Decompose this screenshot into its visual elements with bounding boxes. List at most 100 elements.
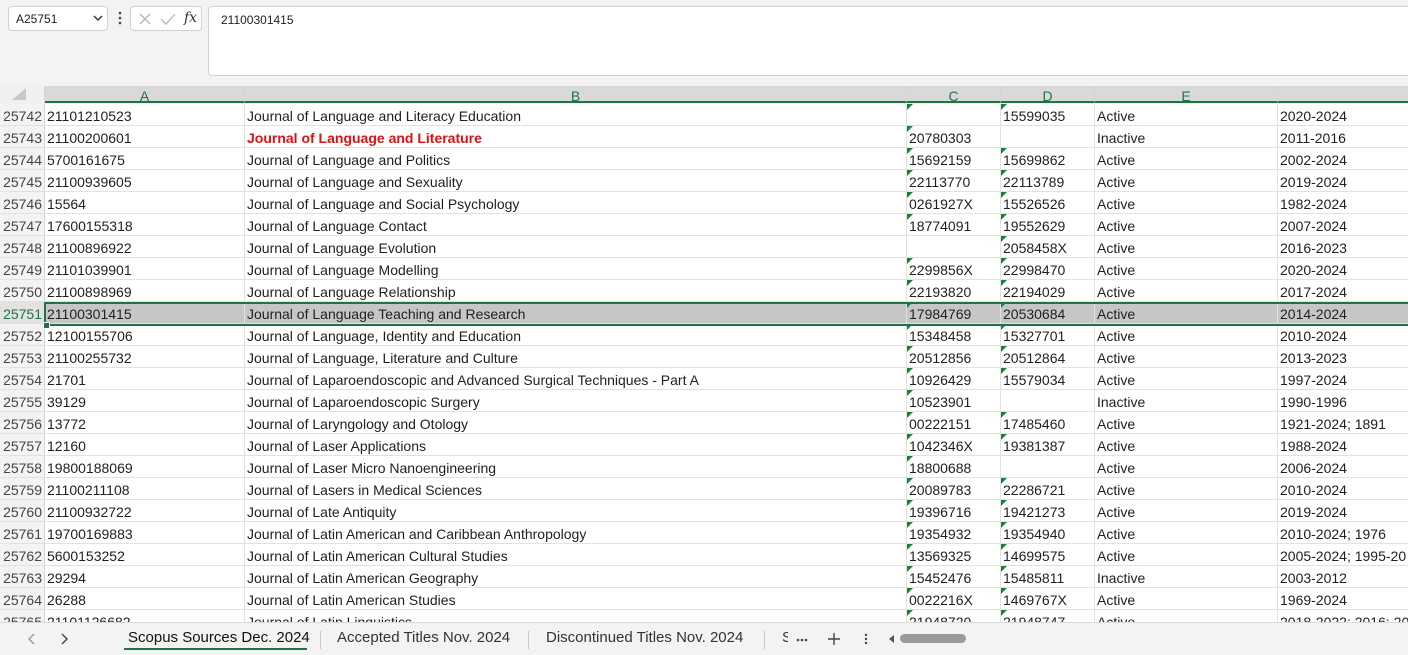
cell-status[interactable]: Active — [1095, 214, 1278, 235]
cell-title[interactable]: Journal of Language and Politics — [245, 148, 907, 169]
cell-eissn[interactable]: 15485811 — [1001, 566, 1095, 587]
cell-title[interactable]: Journal of Laparoendoscopic Surgery — [245, 390, 907, 411]
name-box[interactable]: A25751 — [8, 6, 108, 31]
select-all-corner[interactable] — [0, 86, 45, 103]
cell-issn[interactable]: 15692159 — [907, 148, 1001, 169]
column-header-e[interactable]: E — [1095, 86, 1278, 104]
cell-issn[interactable]: 1042346X — [907, 434, 1001, 455]
cell-status[interactable]: Active — [1095, 434, 1278, 455]
row-number[interactable]: 25744 — [0, 148, 45, 169]
cell-status[interactable]: Active — [1095, 456, 1278, 477]
cell-title[interactable]: Journal of Language and Literature — [245, 126, 907, 147]
cell-eissn[interactable]: 20512864 — [1001, 346, 1095, 367]
cell-title[interactable]: Journal of Laryngology and Otology — [245, 412, 907, 433]
cell-status[interactable]: Active — [1095, 588, 1278, 609]
cell-status[interactable]: Inactive — [1095, 126, 1278, 147]
row-number[interactable]: 25761 — [0, 522, 45, 543]
chevron-down-icon[interactable] — [91, 11, 105, 25]
cell-title[interactable]: Journal of Language Contact — [245, 214, 907, 235]
row-number[interactable]: 25762 — [0, 544, 45, 565]
cell-sourcerecord-id[interactable]: 15564 — [45, 192, 245, 213]
row-number[interactable]: 25755 — [0, 390, 45, 411]
cell-issn[interactable]: 10523901 — [907, 390, 1001, 411]
cell-issn[interactable]: 15452476 — [907, 566, 1001, 587]
column-header-d[interactable]: D — [1001, 86, 1095, 104]
cell-eissn[interactable]: 15526526 — [1001, 192, 1095, 213]
row-number[interactable]: 25751 — [0, 302, 45, 323]
cell-sourcerecord-id[interactable]: 29294 — [45, 566, 245, 587]
cell-eissn[interactable] — [1001, 126, 1095, 147]
cell-sourcerecord-id[interactable]: 21100211108 — [45, 478, 245, 499]
cell-sourcerecord-id[interactable]: 21100932722 — [45, 500, 245, 521]
row-number[interactable]: 25748 — [0, 236, 45, 257]
cell-coverage[interactable]: 2010-2024; 1976 — [1278, 522, 1408, 543]
cell-status[interactable]: Active — [1095, 478, 1278, 499]
cell-coverage[interactable]: 2020-2024 — [1278, 104, 1408, 125]
cell-sourcerecord-id[interactable]: 39129 — [45, 390, 245, 411]
cell-coverage[interactable]: 2002-2024 — [1278, 148, 1408, 169]
cell-issn[interactable]: 22193820 — [907, 280, 1001, 301]
cell-title[interactable]: Journal of Lasers in Medical Sciences — [245, 478, 907, 499]
cell-status[interactable]: Inactive — [1095, 566, 1278, 587]
cell-eissn[interactable]: 21948747 — [1001, 610, 1095, 622]
cell-status[interactable]: Active — [1095, 170, 1278, 191]
cell-sourcerecord-id[interactable]: 19800188069 — [45, 456, 245, 477]
fill-handle[interactable] — [43, 322, 50, 329]
cell-sourcerecord-id[interactable]: 5700161675 — [45, 148, 245, 169]
cell-issn[interactable]: 00222151 — [907, 412, 1001, 433]
cell-issn[interactable]: 22113770 — [907, 170, 1001, 191]
column-header-c[interactable]: C — [907, 86, 1001, 104]
cell-coverage[interactable]: 2019-2024 — [1278, 500, 1408, 521]
cell-status[interactable]: Active — [1095, 500, 1278, 521]
cell-sourcerecord-id[interactable]: 21100301415 — [45, 302, 245, 323]
cell-title[interactable]: Journal of Latin American Cultural Studi… — [245, 544, 907, 565]
cell-eissn[interactable]: 22113789 — [1001, 170, 1095, 191]
cell-eissn[interactable]: 15579034 — [1001, 368, 1095, 389]
cell-eissn[interactable]: 15599035 — [1001, 104, 1095, 125]
cell-issn[interactable] — [907, 236, 1001, 257]
tab-truncated[interactable]: S — [782, 629, 788, 646]
row-number[interactable]: 25754 — [0, 368, 45, 389]
cell-status[interactable]: Active — [1095, 522, 1278, 543]
cell-coverage[interactable]: 1969-2024 — [1278, 588, 1408, 609]
cell-sourcerecord-id[interactable]: 21101210523 — [45, 104, 245, 125]
cell-eissn[interactable]: 1469767X — [1001, 588, 1095, 609]
cell-sourcerecord-id[interactable]: 21100896922 — [45, 236, 245, 257]
cell-eissn[interactable]: 22194029 — [1001, 280, 1095, 301]
row-number[interactable]: 25764 — [0, 588, 45, 609]
cell-sourcerecord-id[interactable]: 5600153252 — [45, 544, 245, 565]
cancel-icon[interactable] — [137, 11, 153, 27]
cell-status[interactable]: Active — [1095, 324, 1278, 345]
row-number[interactable]: 25752 — [0, 324, 45, 345]
cell-coverage[interactable]: 1988-2024 — [1278, 434, 1408, 455]
row-number[interactable]: 25753 — [0, 346, 45, 367]
cell-eissn[interactable]: 20530684 — [1001, 302, 1095, 323]
row-number[interactable]: 25747 — [0, 214, 45, 235]
cell-sourcerecord-id[interactable]: 26288 — [45, 588, 245, 609]
cell-eissn[interactable]: 15699862 — [1001, 148, 1095, 169]
cell-coverage[interactable]: 1982-2024 — [1278, 192, 1408, 213]
cell-title[interactable]: Journal of Language Teaching and Researc… — [245, 302, 907, 323]
row-number[interactable]: 25750 — [0, 280, 45, 301]
cell-status[interactable]: Active — [1095, 610, 1278, 622]
cell-title[interactable]: Journal of Laser Micro Nanoengineering — [245, 456, 907, 477]
confirm-icon[interactable] — [159, 11, 177, 27]
cell-sourcerecord-id[interactable]: 17600155318 — [45, 214, 245, 235]
tab-scopus-sources[interactable]: Scopus Sources Dec. 2024 — [128, 629, 310, 646]
cell-issn[interactable] — [907, 104, 1001, 125]
cell-issn[interactable]: 13569325 — [907, 544, 1001, 565]
cell-coverage[interactable]: 2017-2024 — [1278, 280, 1408, 301]
next-sheet-icon[interactable] — [56, 631, 72, 647]
cell-coverage[interactable]: 2016-2023 — [1278, 236, 1408, 257]
formula-input[interactable]: 21100301415 — [208, 6, 1408, 76]
row-number[interactable]: 25763 — [0, 566, 45, 587]
tab-accepted-titles[interactable]: Accepted Titles Nov. 2024 — [337, 629, 510, 646]
cell-coverage[interactable]: 2003-2012 — [1278, 566, 1408, 587]
cell-status[interactable]: Active — [1095, 104, 1278, 125]
cell-sourcerecord-id[interactable]: 13772 — [45, 412, 245, 433]
cell-issn[interactable]: 2299856X — [907, 258, 1001, 279]
cell-coverage[interactable]: 2010-2024 — [1278, 478, 1408, 499]
cell-coverage[interactable]: 2005-2024; 1995-20 — [1278, 544, 1408, 565]
row-number[interactable]: 25759 — [0, 478, 45, 499]
cell-title[interactable]: Journal of Language and Sexuality — [245, 170, 907, 191]
